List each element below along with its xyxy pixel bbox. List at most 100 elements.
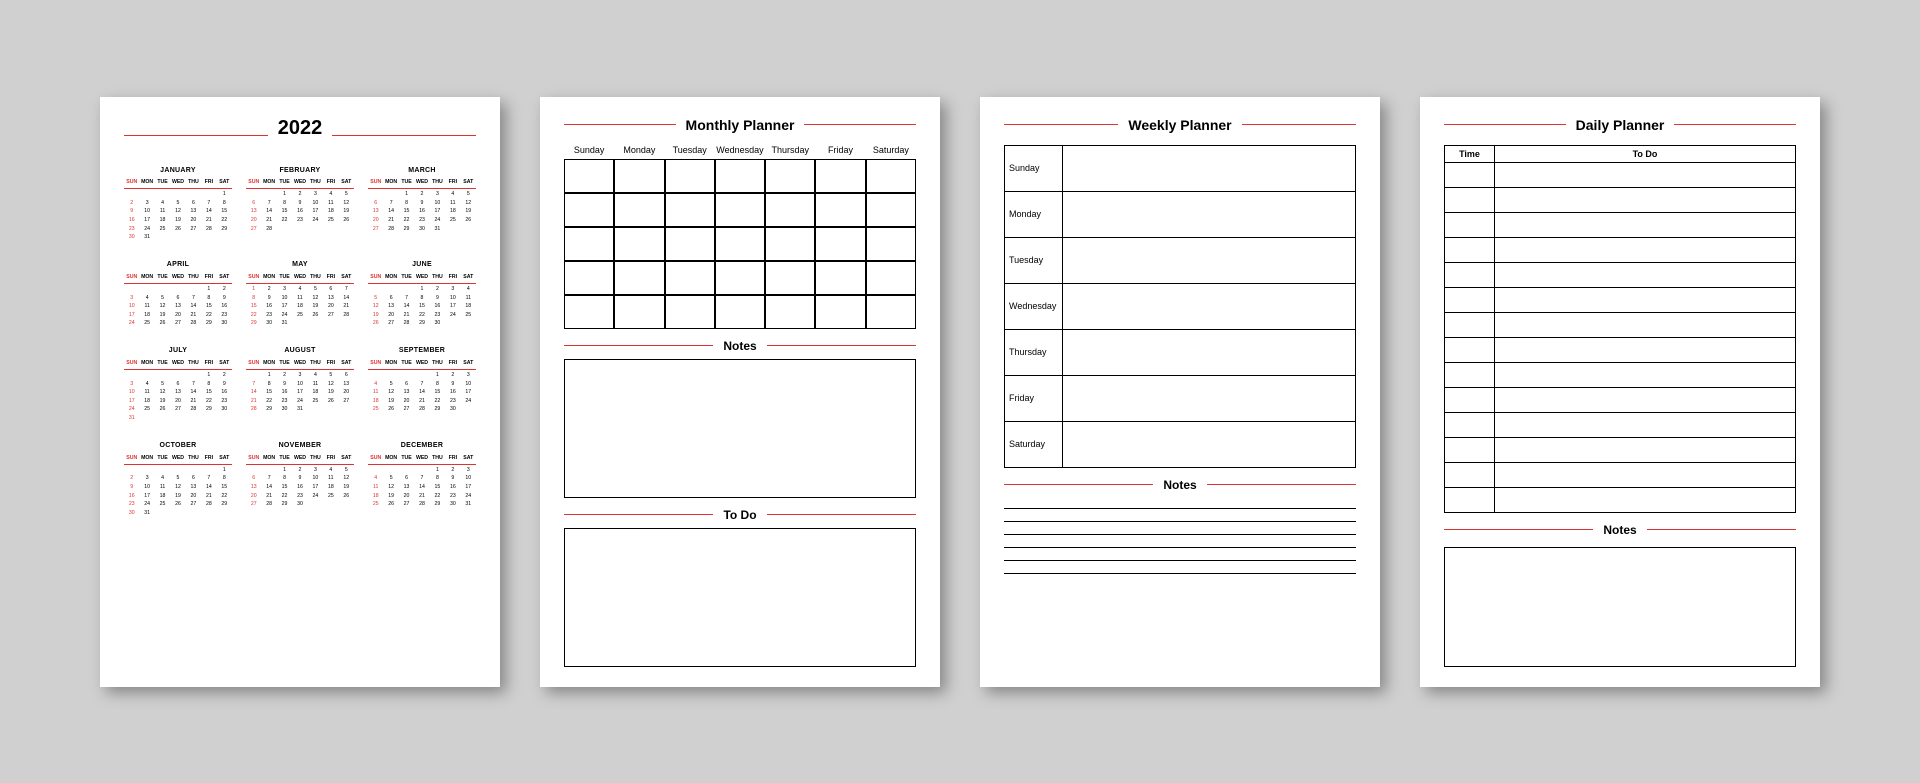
week-row: 3031 xyxy=(124,509,232,518)
daily-row xyxy=(1445,262,1796,287)
weekly-day-label: Thursday xyxy=(1005,329,1063,375)
week-row: 24252627282930 xyxy=(124,406,232,415)
daily-notes-title: Notes xyxy=(1444,523,1796,537)
weekly-entry-cell xyxy=(1063,421,1356,467)
rule-left xyxy=(124,135,268,136)
daily-todo-cell xyxy=(1495,487,1796,512)
daily-todo-cell xyxy=(1495,337,1796,362)
week-row: 9101112131415 xyxy=(124,208,232,217)
monthly-cell xyxy=(564,159,614,193)
week-row: 13141516171819 xyxy=(368,208,476,217)
weekly-day-label: Monday xyxy=(1005,191,1063,237)
monthly-cell xyxy=(564,295,614,329)
weekly-row: Thursday xyxy=(1005,329,1356,375)
daily-time-cell xyxy=(1445,362,1495,387)
week-row: 6789101112 xyxy=(246,475,354,484)
rule-right xyxy=(804,124,916,125)
week-row: 2728 xyxy=(246,225,354,234)
weekly-row: Monday xyxy=(1005,191,1356,237)
daily-todo-cell xyxy=(1495,387,1796,412)
week-row: 13141516171819 xyxy=(246,208,354,217)
daily-row xyxy=(1445,337,1796,362)
week-row: 293031 xyxy=(246,320,354,329)
month-name: DECEMBER xyxy=(368,441,476,452)
monthly-cell xyxy=(815,159,865,193)
daily-time-cell xyxy=(1445,412,1495,437)
daily-time-cell xyxy=(1445,387,1495,412)
daily-todo-cell xyxy=(1495,187,1796,212)
dow-row: SUNMONTUEWEDTHUFRISAT xyxy=(368,455,476,465)
week-row: 3031 xyxy=(124,234,232,243)
monthly-dow-cell: Wednesday xyxy=(715,145,765,155)
monthly-notes-title: Notes xyxy=(564,339,916,353)
daily-todo-header: To Do xyxy=(1495,145,1796,162)
week-row: 12131415161718 xyxy=(368,303,476,312)
daily-row xyxy=(1445,187,1796,212)
week-row: 16171819202122 xyxy=(124,217,232,226)
month-block: DECEMBERSUNMONTUEWEDTHUFRISAT12345678910… xyxy=(368,441,476,518)
week-row: 28293031 xyxy=(246,406,354,415)
week-row: 17181920212223 xyxy=(124,397,232,406)
daily-time-cell xyxy=(1445,237,1495,262)
monthly-dow-cell: Saturday xyxy=(866,145,916,155)
daily-todo-cell xyxy=(1495,362,1796,387)
month-block: APRILSUNMONTUEWEDTHUFRISAT12345678910111… xyxy=(124,260,232,328)
monthly-dow-cell: Thursday xyxy=(765,145,815,155)
daily-time-cell xyxy=(1445,487,1495,512)
week-row: 18192021222324 xyxy=(368,492,476,501)
weekly-row: Friday xyxy=(1005,375,1356,421)
rule-left xyxy=(564,124,676,125)
dow-row: SUNMONTUEWEDTHUFRISAT xyxy=(246,179,354,189)
week-row: 1 xyxy=(124,467,232,476)
week-row: 2345678 xyxy=(124,475,232,484)
week-row: 23242526272829 xyxy=(124,501,232,510)
daily-notes-box xyxy=(1444,547,1796,667)
monthly-cell xyxy=(765,227,815,261)
monthly-cell xyxy=(866,295,916,329)
monthly-todo-title: To Do xyxy=(564,508,916,522)
week-row: 23242526272829 xyxy=(124,225,232,234)
daily-todo-cell xyxy=(1495,437,1796,462)
week-row: 45678910 xyxy=(368,380,476,389)
monthly-cell xyxy=(866,193,916,227)
week-row: 10111213141516 xyxy=(124,303,232,312)
week-row: 27282930 xyxy=(246,501,354,510)
month-name: JANUARY xyxy=(124,166,232,177)
week-row: 12345 xyxy=(368,191,476,200)
monthly-dow-cell: Sunday xyxy=(564,145,614,155)
monthly-cell xyxy=(815,193,865,227)
dow-row: SUNMONTUEWEDTHUFRISAT xyxy=(368,179,476,189)
rule-right xyxy=(767,514,916,515)
month-name: NOVEMBER xyxy=(246,441,354,452)
daily-row xyxy=(1445,487,1796,512)
week-row: 3456789 xyxy=(124,294,232,303)
week-row: 567891011 xyxy=(368,294,476,303)
rule-right xyxy=(1674,124,1796,125)
monthly-cell xyxy=(765,159,815,193)
daily-time-header: Time xyxy=(1445,145,1495,162)
weekly-row: Wednesday xyxy=(1005,283,1356,329)
weekly-entry-cell xyxy=(1063,283,1356,329)
week-row: 20212223242526 xyxy=(368,217,476,226)
monthly-cell xyxy=(614,227,664,261)
monthly-planner-page: Monthly Planner SundayMondayTuesdayWedne… xyxy=(540,97,940,687)
week-row: 18192021222324 xyxy=(368,397,476,406)
rule-left xyxy=(1444,529,1593,530)
week-row: 6789101112 xyxy=(368,199,476,208)
week-row: 21222324252627 xyxy=(246,397,354,406)
dow-row: SUNMONTUEWEDTHUFRISAT xyxy=(124,179,232,189)
year-title: 2022 xyxy=(278,117,323,140)
daily-time-cell xyxy=(1445,312,1495,337)
note-line xyxy=(1004,547,1356,548)
dow-row: SUNMONTUEWEDTHUFRISAT xyxy=(124,274,232,284)
month-name: JULY xyxy=(124,346,232,357)
daily-time-cell xyxy=(1445,262,1495,287)
week-row: 1234 xyxy=(368,286,476,295)
monthly-cell xyxy=(715,193,765,227)
weekly-notes-title: Notes xyxy=(1004,478,1356,492)
rule-left xyxy=(1004,484,1153,485)
month-block: JANUARYSUNMONTUEWEDTHUFRISAT123456789101… xyxy=(124,166,232,243)
week-row: 123 xyxy=(368,372,476,381)
weekly-planner-page: Weekly Planner SundayMondayTuesdayWednes… xyxy=(980,97,1380,687)
weekly-row: Tuesday xyxy=(1005,237,1356,283)
